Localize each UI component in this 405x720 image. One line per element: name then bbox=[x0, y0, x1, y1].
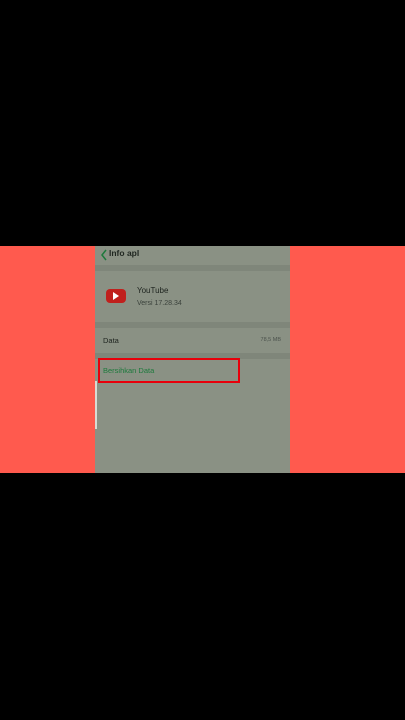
app-name: YouTube bbox=[137, 286, 169, 295]
data-label: Data bbox=[103, 336, 119, 345]
app-version: Versi 17.28.34 bbox=[137, 300, 182, 307]
page-title: Info apl bbox=[109, 248, 140, 258]
storage-data-row: Data 78,5 MB bbox=[95, 328, 290, 353]
scrollbar[interactable] bbox=[95, 381, 97, 429]
chevron-left-icon[interactable] bbox=[100, 249, 108, 261]
youtube-icon bbox=[106, 289, 126, 303]
data-size: 78,5 MB bbox=[260, 337, 281, 343]
video-frame: Info apl YouTube Versi 17.28.34 Data 78,… bbox=[0, 246, 405, 473]
highlight-annotation bbox=[98, 358, 240, 383]
app-info-row: YouTube Versi 17.28.34 bbox=[95, 271, 290, 322]
app-bar: Info apl bbox=[95, 246, 290, 266]
